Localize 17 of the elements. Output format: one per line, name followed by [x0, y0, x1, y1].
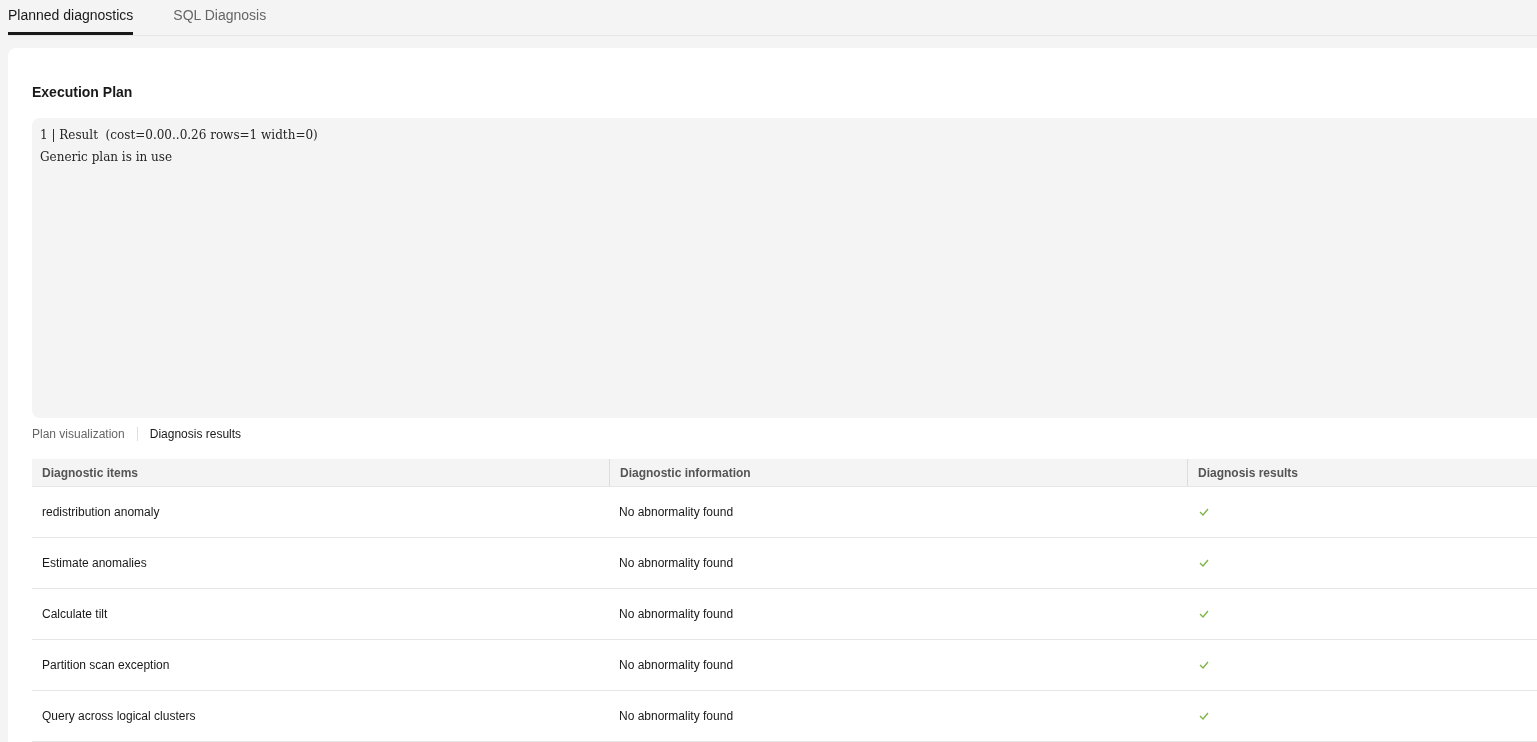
table-cell-text: No abnormality found [618, 657, 735, 674]
table-cell-text: Partition scan exception [41, 657, 171, 674]
table-cell-text: No abnormality found [618, 555, 735, 572]
table-cell-text: No abnormality found [618, 504, 735, 521]
tab[interactable]: Plan visualization [32, 427, 137, 441]
table-cell-text: redistribution anomaly [41, 504, 161, 521]
code-line: Generic plan is in use [40, 149, 174, 166]
code-line: 1 | Result (cost=0.00..0.26 rows=1 width=0) [40, 127, 319, 144]
tab[interactable]: Planned diagnostics [8, 0, 134, 35]
table-cell-text: Calculate tilt [41, 606, 109, 623]
table-cell-text: No abnormality found [618, 606, 735, 623]
table-cell-text: Query across logical clusters [41, 708, 197, 725]
table-cell-text: Estimate anomalies [41, 555, 148, 572]
tab[interactable]: SQL Diagnosis [173, 0, 267, 35]
section-title: Execution Plan [32, 84, 134, 102]
tab[interactable]: Diagnosis results [136, 427, 254, 441]
table-cell-text: No abnormality found [618, 708, 735, 725]
